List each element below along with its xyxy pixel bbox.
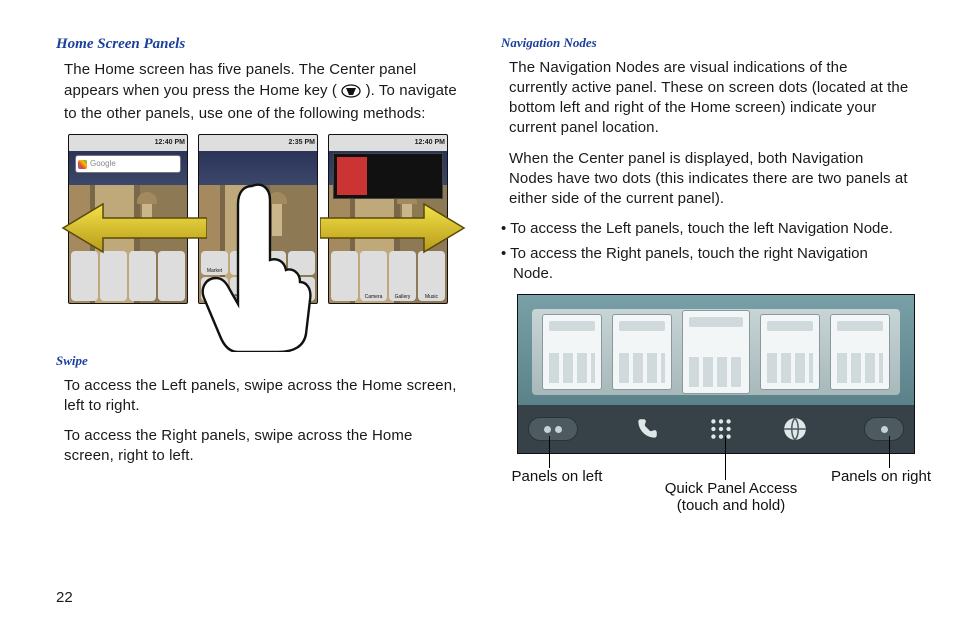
- swipe-right-instruction: To access the Right panels, swipe across…: [56, 426, 465, 467]
- phone-icon[interactable]: [633, 415, 661, 443]
- page-number: 22: [56, 588, 73, 608]
- mini-panel: [612, 314, 672, 390]
- label-panels-right: Panels on right: [821, 468, 941, 485]
- swipe-left-instruction: To access the Left panels, swipe across …: [56, 376, 465, 417]
- label-panels-left: Panels on left: [497, 468, 617, 485]
- callout-line: [725, 436, 726, 480]
- mini-panel: [760, 314, 820, 390]
- right-navigation-node[interactable]: [864, 417, 904, 441]
- navnodes-p1: The Navigation Nodes are visual indicati…: [501, 58, 910, 139]
- heading-navigation-nodes: Navigation Nodes: [501, 34, 910, 52]
- bullet-left-node: To access the Left panels, touch the lef…: [501, 219, 910, 239]
- left-column: Home Screen Panels The Home screen has f…: [56, 34, 465, 477]
- navnodes-p2: When the Center panel is displayed, both…: [501, 149, 910, 210]
- media-widget: [333, 153, 443, 199]
- google-search-widget: Google: [75, 155, 181, 173]
- hand-gesture-icon: [190, 178, 330, 352]
- swipe-arrow-right-icon: [320, 198, 470, 258]
- dot-icon: [881, 426, 888, 433]
- left-navigation-node[interactable]: [528, 417, 578, 441]
- figure-swipe-panels: 12:40 PM Google 2:35 PM MarketTalk Messa…: [62, 134, 466, 348]
- heading-swipe: Swipe: [56, 352, 465, 370]
- callout-line: [549, 436, 550, 468]
- globe-icon[interactable]: [781, 415, 809, 443]
- mini-panel-center: [682, 310, 750, 394]
- swipe-arrow-left-icon: [57, 198, 207, 258]
- mini-panel: [830, 314, 890, 390]
- callout-line: [889, 436, 890, 468]
- heading-home-screen-panels: Home Screen Panels: [56, 34, 465, 54]
- apps-grid-icon[interactable]: [707, 415, 735, 443]
- mini-panel: [542, 314, 602, 390]
- label-quick-panel-access: Quick Panel Access (touch and hold): [651, 480, 811, 515]
- bullet-right-node: To access the Right panels, touch the ri…: [501, 244, 910, 285]
- bottom-bar: [518, 405, 914, 453]
- dot-icon: [555, 426, 562, 433]
- right-column: Navigation Nodes The Navigation Nodes ar…: [501, 34, 910, 477]
- home-key-icon: [341, 84, 361, 104]
- home-panels-intro: The Home screen has five panels. The Cen…: [56, 60, 465, 124]
- navnodes-bullets: To access the Left panels, touch the lef…: [501, 219, 910, 284]
- panel-ribbon: [532, 309, 900, 395]
- dot-icon: [544, 426, 551, 433]
- figure-navigation-nodes: [517, 294, 915, 454]
